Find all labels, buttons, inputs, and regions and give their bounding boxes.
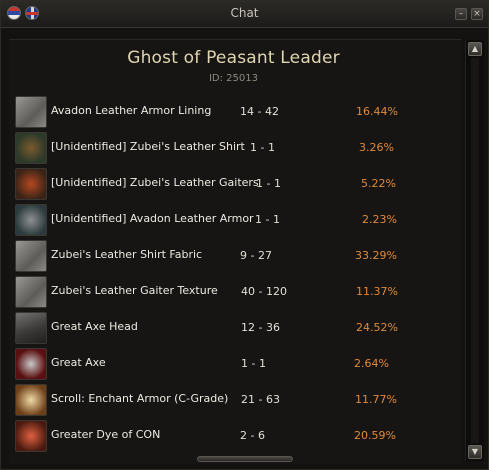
item-chance: 11.37% bbox=[356, 285, 398, 298]
drop-row[interactable]: [Unidentified] Avadon Leather Armor 1 - … bbox=[15, 204, 455, 238]
item-name: Great Axe bbox=[51, 356, 106, 369]
boss-name: Ghost of Peasant Leader bbox=[127, 48, 340, 68]
scroll-track[interactable] bbox=[471, 58, 479, 443]
scroll-up-button[interactable]: ▲ bbox=[468, 42, 482, 56]
drop-list-window: Chat – × Ghost of Peasant Leader ID: 250… bbox=[0, 0, 489, 470]
item-count: 9 - 27 bbox=[240, 249, 272, 262]
item-count: 12 - 36 bbox=[241, 321, 280, 334]
drop-row[interactable]: Greater Dye of CON 2 - 6 20.59% bbox=[15, 420, 455, 454]
scroll-icon bbox=[15, 384, 47, 416]
item-count: 1 - 1 bbox=[241, 357, 266, 370]
title-bar[interactable]: Chat – × bbox=[1, 1, 488, 28]
drop-row[interactable]: Zubei's Leather Shirt Fabric 9 - 27 33.2… bbox=[15, 240, 455, 274]
item-chance: 2.64% bbox=[354, 357, 389, 370]
window-title: Chat bbox=[230, 6, 259, 20]
drop-row[interactable]: Scroll: Enchant Armor (C-Grade) 21 - 63 … bbox=[15, 384, 455, 418]
item-chance: 3.26% bbox=[359, 141, 394, 154]
scroll-down-button[interactable]: ▼ bbox=[468, 445, 482, 459]
minimize-button[interactable]: – bbox=[455, 8, 467, 20]
item-name: [Unidentified] Zubei's Leather Gaiters bbox=[51, 176, 259, 189]
item-count: 1 - 1 bbox=[255, 213, 280, 226]
drop-row[interactable]: Avadon Leather Armor Lining 14 - 42 16.4… bbox=[15, 96, 455, 130]
drop-row[interactable]: Great Axe 1 - 1 2.64% bbox=[15, 348, 455, 382]
item-chance: 24.52% bbox=[356, 321, 398, 334]
resize-handle[interactable] bbox=[197, 456, 293, 462]
item-count: 21 - 63 bbox=[241, 393, 280, 406]
item-chance: 11.77% bbox=[355, 393, 397, 406]
item-name: [Unidentified] Zubei's Leather Shirt bbox=[51, 140, 245, 153]
drop-row[interactable]: [Unidentified] Zubei's Leather Gaiters 1… bbox=[15, 168, 455, 202]
item-name: Zubei's Leather Shirt Fabric bbox=[51, 248, 203, 261]
item-count: 40 - 120 bbox=[241, 285, 287, 298]
fabric-icon bbox=[15, 96, 47, 128]
leather-shirt-icon bbox=[15, 132, 47, 164]
boss-id: ID: 25013 bbox=[208, 73, 258, 84]
item-count: 1 - 1 bbox=[250, 141, 275, 154]
drop-row[interactable]: Great Axe Head 12 - 36 24.52% bbox=[15, 312, 455, 346]
fabric-icon bbox=[15, 240, 47, 272]
item-name: Great Axe Head bbox=[51, 320, 138, 333]
fabric-icon bbox=[15, 276, 47, 308]
item-chance: 33.29% bbox=[355, 249, 397, 262]
item-name: Zubei's Leather Gaiter Texture bbox=[51, 284, 218, 297]
drop-row[interactable]: Zubei's Leather Gaiter Texture 40 - 120 … bbox=[15, 276, 455, 310]
close-button[interactable]: × bbox=[471, 8, 483, 20]
drop-row[interactable]: [Unidentified] Zubei's Leather Shirt 1 -… bbox=[15, 132, 455, 166]
leather-gaiters-icon bbox=[15, 168, 47, 200]
scrollbar[interactable]: ▲ ▼ bbox=[465, 40, 484, 461]
item-count: 1 - 1 bbox=[256, 177, 281, 190]
item-name: [Unidentified] Avadon Leather Armor bbox=[51, 212, 254, 225]
item-name: Avadon Leather Armor Lining bbox=[51, 104, 212, 117]
axe-head-icon bbox=[15, 312, 47, 344]
item-count: 2 - 6 bbox=[240, 429, 265, 442]
item-name: Greater Dye of CON bbox=[51, 428, 161, 441]
item-name: Scroll: Enchant Armor (C-Grade) bbox=[51, 392, 229, 405]
item-chance: 2.23% bbox=[362, 213, 397, 226]
item-chance: 20.59% bbox=[354, 429, 396, 442]
item-chance: 16.44% bbox=[356, 105, 398, 118]
dye-icon bbox=[15, 420, 47, 452]
leather-armor-icon bbox=[15, 204, 47, 236]
item-count: 14 - 42 bbox=[240, 105, 279, 118]
item-chance: 5.22% bbox=[361, 177, 396, 190]
axe-icon bbox=[15, 348, 47, 380]
